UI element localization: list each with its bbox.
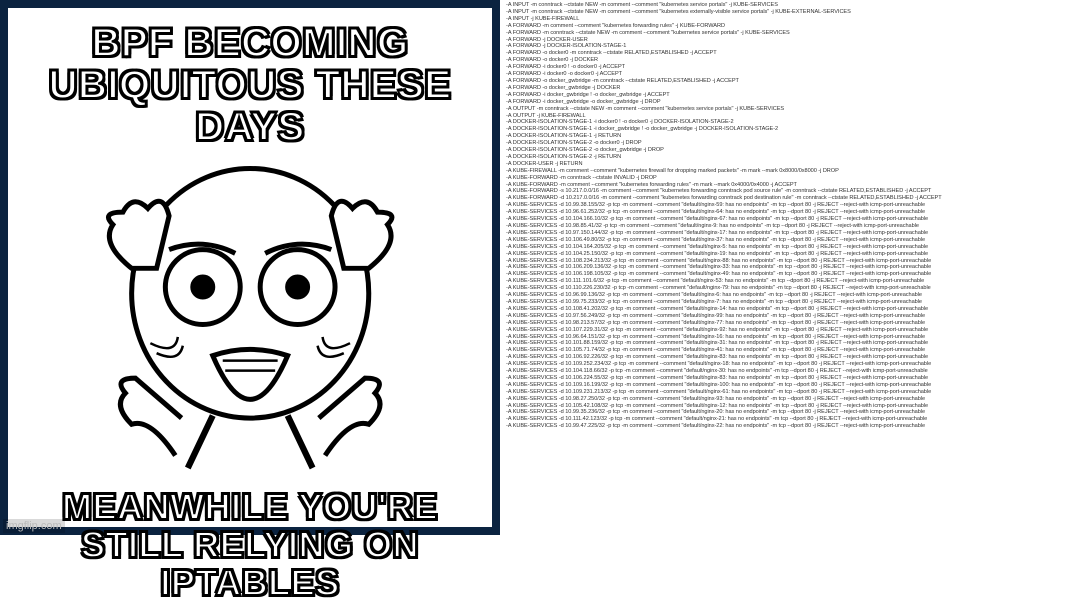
iptables-rule-line: -A KUBE-SERVICES -d 10.96.99.136/32 -p t…	[506, 292, 1074, 299]
iptables-rule-line: -A DOCKER-ISOLATION-STAGE-2 -o docker0 -…	[506, 140, 1074, 147]
iptables-rule-line: -A KUBE-SERVICES -d 10.97.150.144/32 -p …	[506, 230, 1074, 237]
iptables-rule-line: -A KUBE-FORWARD -m conntrack --ctstate I…	[506, 175, 1074, 182]
iptables-rule-line: -A KUBE-SERVICES -d 10.110.226.230/32 -p…	[506, 285, 1074, 292]
iptables-rule-line: -A KUBE-FORWARD -s 10.217.0.0/16 -m comm…	[506, 188, 1074, 195]
iptables-rule-line: -A KUBE-SERVICES -d 10.96.61.252/32 -p t…	[506, 209, 1074, 216]
iptables-rule-line: -A KUBE-SERVICES -d 10.99.35.236/32 -p t…	[506, 409, 1074, 416]
iptables-rule-line: -A FORWARD -i docker_gwbridge -o docker_…	[506, 99, 1074, 106]
iptables-rule-line: -A KUBE-SERVICES -d 10.99.47.225/32 -p t…	[506, 423, 1074, 430]
iptables-rule-line: -A KUBE-SERVICES -d 10.106.224.55/32 -p …	[506, 375, 1074, 382]
iptables-rule-line: -A KUBE-SERVICES -d 10.104.164.205/32 -p…	[506, 244, 1074, 251]
iptables-rule-line: -A KUBE-SERVICES -d 10.111.42.123/32 -p …	[506, 416, 1074, 423]
iptables-rule-line: -A FORWARD -o docker_gwbridge -m conntra…	[506, 78, 1074, 85]
iptables-rule-line: -A KUBE-SERVICES -d 10.96.64.151/32 -p t…	[506, 334, 1074, 341]
iptables-rule-line: -A KUBE-SERVICES -d 10.108.41.202/32 -p …	[506, 306, 1074, 313]
iptables-rule-line: -A KUBE-SERVICES -d 10.101.88.159/32 -p …	[506, 340, 1074, 347]
iptables-rule-line: -A KUBE-SERVICES -d 10.105.42.108/32 -p …	[506, 403, 1074, 410]
iptables-rule-line: -A KUBE-SERVICES -d 10.109.16.199/32 -p …	[506, 382, 1074, 389]
iptables-rule-line: -A KUBE-SERVICES -d 10.98.85.41/32 -p tc…	[506, 223, 1074, 230]
iptables-rule-line: -A KUBE-SERVICES -d 10.98.213.57/32 -p t…	[506, 320, 1074, 327]
meme-panel: BPF BECOMING UBIQUITOUS THESE DAYS	[0, 0, 500, 535]
iptables-rule-line: -A KUBE-SERVICES -d 10.99.75.233/32 -p t…	[506, 299, 1074, 306]
iptables-rule-line: -A KUBE-SERVICES -d 10.109.252.234/32 -p…	[506, 361, 1074, 368]
meme-bottom-text: MEANWHILE YOU'RE STILL RELYING ON IPTABL…	[16, 488, 484, 601]
iptables-rule-line: -A DOCKER-ISOLATION-STAGE-1 -i docker_gw…	[506, 126, 1074, 133]
iptables-rule-line: -A KUBE-SERVICES -d 10.97.56.249/32 -p t…	[506, 313, 1074, 320]
iptables-rule-line: -A INPUT -m conntrack --ctstate NEW -m c…	[506, 2, 1074, 9]
iptables-output: -A INPUT -m conntrack --ctstate NEW -m c…	[500, 0, 1080, 535]
meme-top-text: BPF BECOMING UBIQUITOUS THESE DAYS	[16, 22, 484, 148]
iptables-rule-line: -A FORWARD -j DOCKER-USER	[506, 37, 1074, 44]
iptables-rule-line: -A KUBE-FORWARD -m comment --comment "ku…	[506, 182, 1074, 189]
iptables-rule-line: -A KUBE-SERVICES -d 10.106.92.226/32 -p …	[506, 354, 1074, 361]
iptables-rule-line: -A FORWARD -i docker0 -o docker0 -j ACCE…	[506, 71, 1074, 78]
iptables-rule-line: -A KUBE-SERVICES -d 10.107.229.31/32 -p …	[506, 327, 1074, 334]
iptables-rule-line: -A DOCKER-USER -j RETURN	[506, 161, 1074, 168]
iptables-rule-line: -A KUBE-SERVICES -d 10.105.71.74/32 -p t…	[506, 347, 1074, 354]
watermark: imgflip.com	[3, 519, 65, 533]
meme-inner: BPF BECOMING UBIQUITOUS THESE DAYS	[8, 8, 492, 527]
iptables-rule-line: -A DOCKER-ISOLATION-STAGE-2 -o docker_gw…	[506, 147, 1074, 154]
iptables-rule-line: -A KUBE-SERVICES -d 10.99.38.155/32 -p t…	[506, 202, 1074, 209]
iptables-rule-line: -A KUBE-SERVICES -d 10.111.101.6/32 -p t…	[506, 278, 1074, 285]
iptables-rule-line: -A OUTPUT -j KUBE-FIREWALL	[506, 113, 1074, 120]
iptables-rule-line: -A FORWARD -m conntrack --ctstate NEW -m…	[506, 30, 1074, 37]
iptables-rule-line: -A KUBE-SERVICES -d 10.104.166.10/32 -p …	[506, 216, 1074, 223]
iptables-rule-line: -A KUBE-SERVICES -d 10.108.234.213/32 -p…	[506, 258, 1074, 265]
iptables-rule-line: -A DOCKER-ISOLATION-STAGE-1 -i docker0 !…	[506, 119, 1074, 126]
iptables-rule-line: -A KUBE-SERVICES -d 10.106.49.80/32 -p t…	[506, 237, 1074, 244]
iptables-rule-line: -A KUBE-FIREWALL -m comment --comment "k…	[506, 168, 1074, 175]
iptables-rule-line: -A INPUT -m conntrack --ctstate NEW -m c…	[506, 9, 1074, 16]
iptables-rule-line: -A KUBE-SERVICES -d 10.104.118.66/32 -p …	[506, 368, 1074, 375]
iptables-rule-line: -A FORWARD -i docker_gwbridge ! -o docke…	[506, 92, 1074, 99]
iptables-rule-line: -A KUBE-SERVICES -d 10.109.231.213/32 -p…	[506, 389, 1074, 396]
iptables-rule-line: -A KUBE-SERVICES -d 10.98.27.250/32 -p t…	[506, 396, 1074, 403]
iptables-rule-line: -A KUBE-SERVICES -d 10.104.25.150/32 -p …	[506, 251, 1074, 258]
iptables-rule-line: -A KUBE-SERVICES -d 10.106.209.136/32 -p…	[506, 264, 1074, 271]
iptables-rule-line: -A FORWARD -m comment --comment "kuberne…	[506, 23, 1074, 30]
iptables-rule-line: -A FORWARD -o docker_gwbridge -j DOCKER	[506, 85, 1074, 92]
iptables-rule-line: -A FORWARD -o docker0 -m conntrack --cts…	[506, 50, 1074, 57]
iptables-rule-line: -A DOCKER-ISOLATION-STAGE-1 -j RETURN	[506, 133, 1074, 140]
iptables-rule-line: -A KUBE-FORWARD -d 10.217.0.0/16 -m comm…	[506, 195, 1074, 202]
iptables-rule-line: -A DOCKER-ISOLATION-STAGE-2 -j RETURN	[506, 154, 1074, 161]
iptables-rule-line: -A INPUT -j KUBE-FIREWALL	[506, 16, 1074, 23]
yuno-face-icon	[16, 156, 484, 480]
iptables-rule-line: -A FORWARD -i docker0 ! -o docker0 -j AC…	[506, 64, 1074, 71]
iptables-rule-line: -A FORWARD -j DOCKER-ISOLATION-STAGE-1	[506, 43, 1074, 50]
iptables-rule-line: -A KUBE-SERVICES -d 10.106.198.105/32 -p…	[506, 271, 1074, 278]
iptables-rule-line: -A FORWARD -o docker0 -j DOCKER	[506, 57, 1074, 64]
iptables-rule-line: -A OUTPUT -m conntrack --ctstate NEW -m …	[506, 106, 1074, 113]
